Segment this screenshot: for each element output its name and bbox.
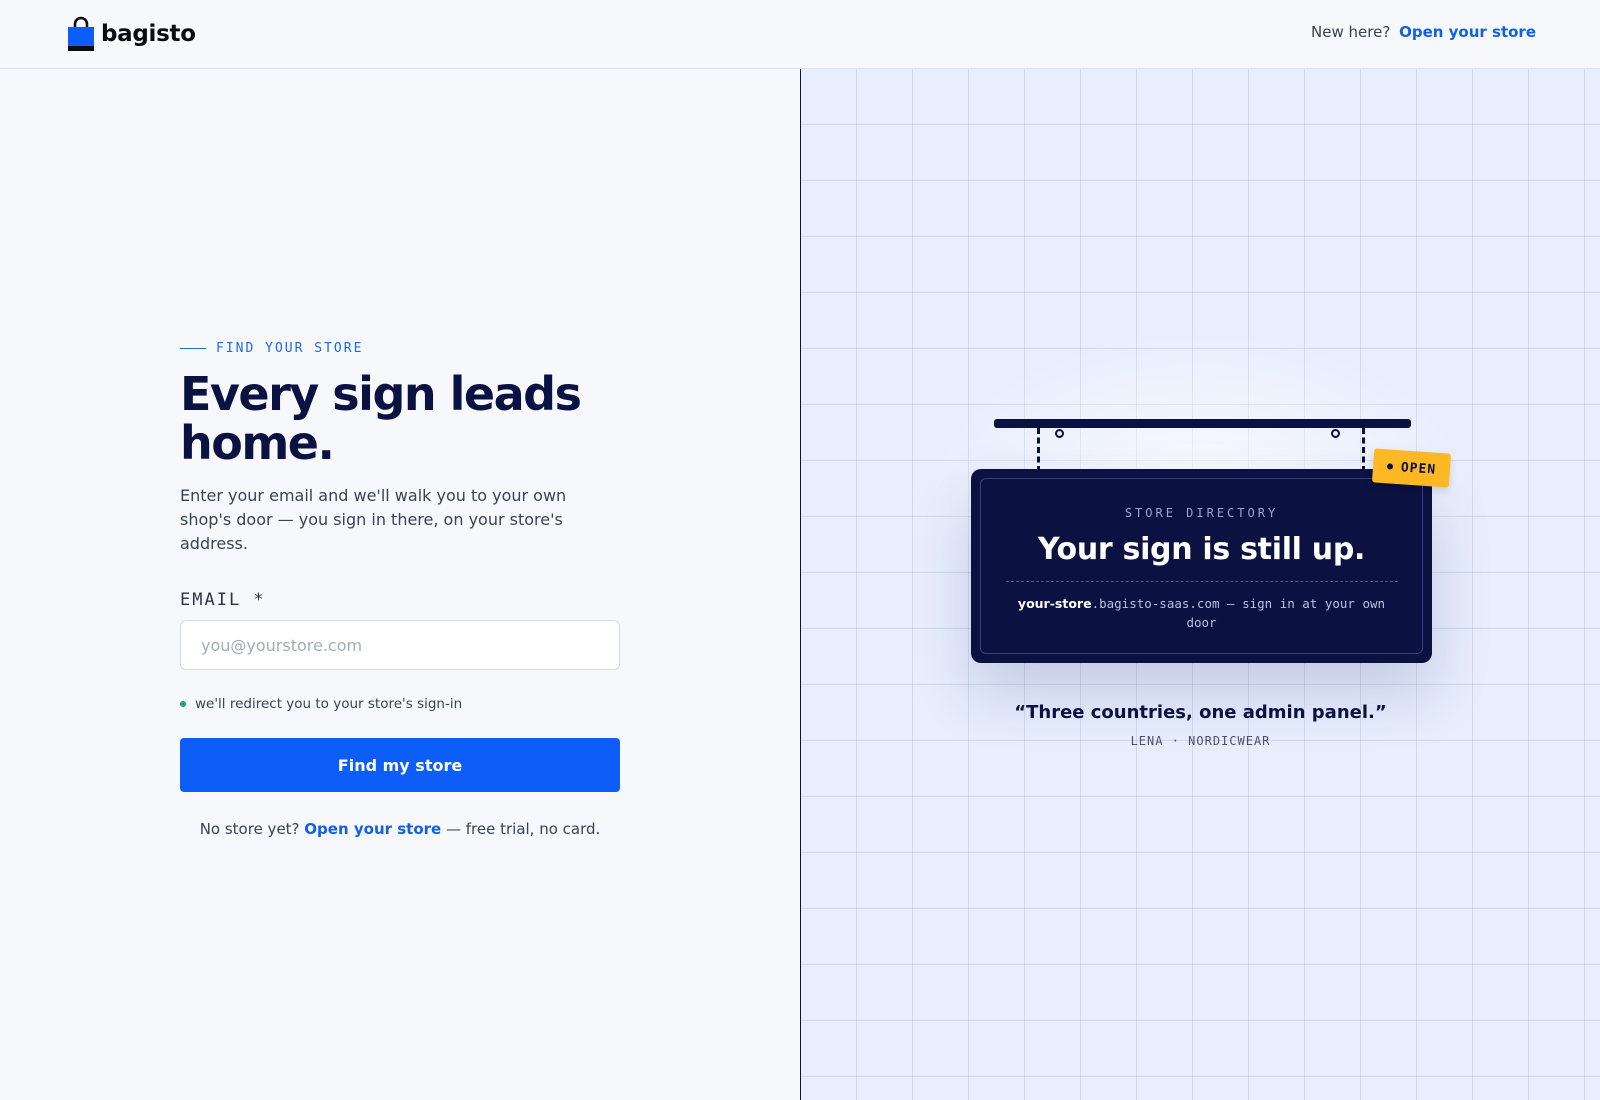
- find-my-store-button[interactable]: Find my store: [180, 738, 620, 792]
- email-label: EMAIL *: [180, 590, 266, 610]
- testimonial-quote: “Three countries, one admin panel.”: [1014, 702, 1387, 723]
- sign-url-rest: .bagisto-saas.com — sign in at your own …: [1091, 596, 1386, 630]
- find-store-form: FIND YOUR STORE Every sign leads home. E…: [180, 341, 620, 838]
- top-bar: bagisto New here? Open your store: [0, 0, 1600, 69]
- page-title: Every sign leads home.: [180, 367, 582, 470]
- brand-logo[interactable]: bagisto: [68, 16, 196, 51]
- eyebrow-text: FIND YOUR STORE: [216, 341, 364, 356]
- sign-ring-left: [1055, 429, 1064, 438]
- no-store-prefix: No store yet?: [199, 820, 300, 838]
- sign-chain-left: [1037, 428, 1040, 472]
- sign-url-store: your-store: [1017, 596, 1092, 611]
- sign-kicker: STORE DIRECTORY: [1124, 506, 1279, 520]
- no-store-suffix: — free trial, no card.: [446, 820, 601, 838]
- new-here-text: New here?: [1311, 23, 1391, 41]
- sign-rod: [994, 419, 1411, 428]
- store-sign-inner: STORE DIRECTORY Your sign is still up. y…: [980, 478, 1423, 654]
- open-tag-text: OPEN: [1400, 459, 1437, 478]
- store-sign: STORE DIRECTORY Your sign is still up. y…: [971, 469, 1432, 663]
- eyebrow: FIND YOUR STORE: [180, 341, 620, 356]
- redirect-hint: we'll redirect you to your store's sign-…: [180, 696, 620, 712]
- open-dot-icon: [1386, 463, 1394, 470]
- sign-chain-right: [1362, 428, 1365, 472]
- no-store-note: No store yet? Open your store — free tri…: [180, 820, 620, 838]
- eyebrow-line: [180, 348, 206, 349]
- open-tag: OPEN: [1371, 448, 1452, 488]
- header-signup-prompt: New here? Open your store: [1311, 23, 1536, 41]
- redirect-hint-text: we'll redirect you to your store's sign-…: [195, 696, 463, 712]
- page-lead: Enter your email and we'll walk you to y…: [180, 486, 567, 553]
- email-field[interactable]: [180, 620, 620, 670]
- status-dot-icon: [180, 701, 186, 707]
- open-store-link[interactable]: Open your store: [1399, 23, 1536, 41]
- sign-ring-right: [1331, 429, 1340, 438]
- shopping-bag-icon: [68, 16, 94, 51]
- sign-divider: [1005, 581, 1398, 582]
- brand-name: bagisto: [101, 20, 196, 47]
- sign-title: Your sign is still up.: [1037, 532, 1366, 567]
- sign-url: your-store.bagisto-saas.com — sign in at…: [1012, 594, 1392, 632]
- open-store-footer-link[interactable]: Open your store: [304, 820, 441, 838]
- find-store-panel: FIND YOUR STORE Every sign leads home. E…: [0, 69, 800, 1100]
- testimonial-attribution: LENA · NORDICWEAR: [1130, 734, 1271, 748]
- illustration-panel: STORE DIRECTORY Your sign is still up. y…: [801, 69, 1600, 1100]
